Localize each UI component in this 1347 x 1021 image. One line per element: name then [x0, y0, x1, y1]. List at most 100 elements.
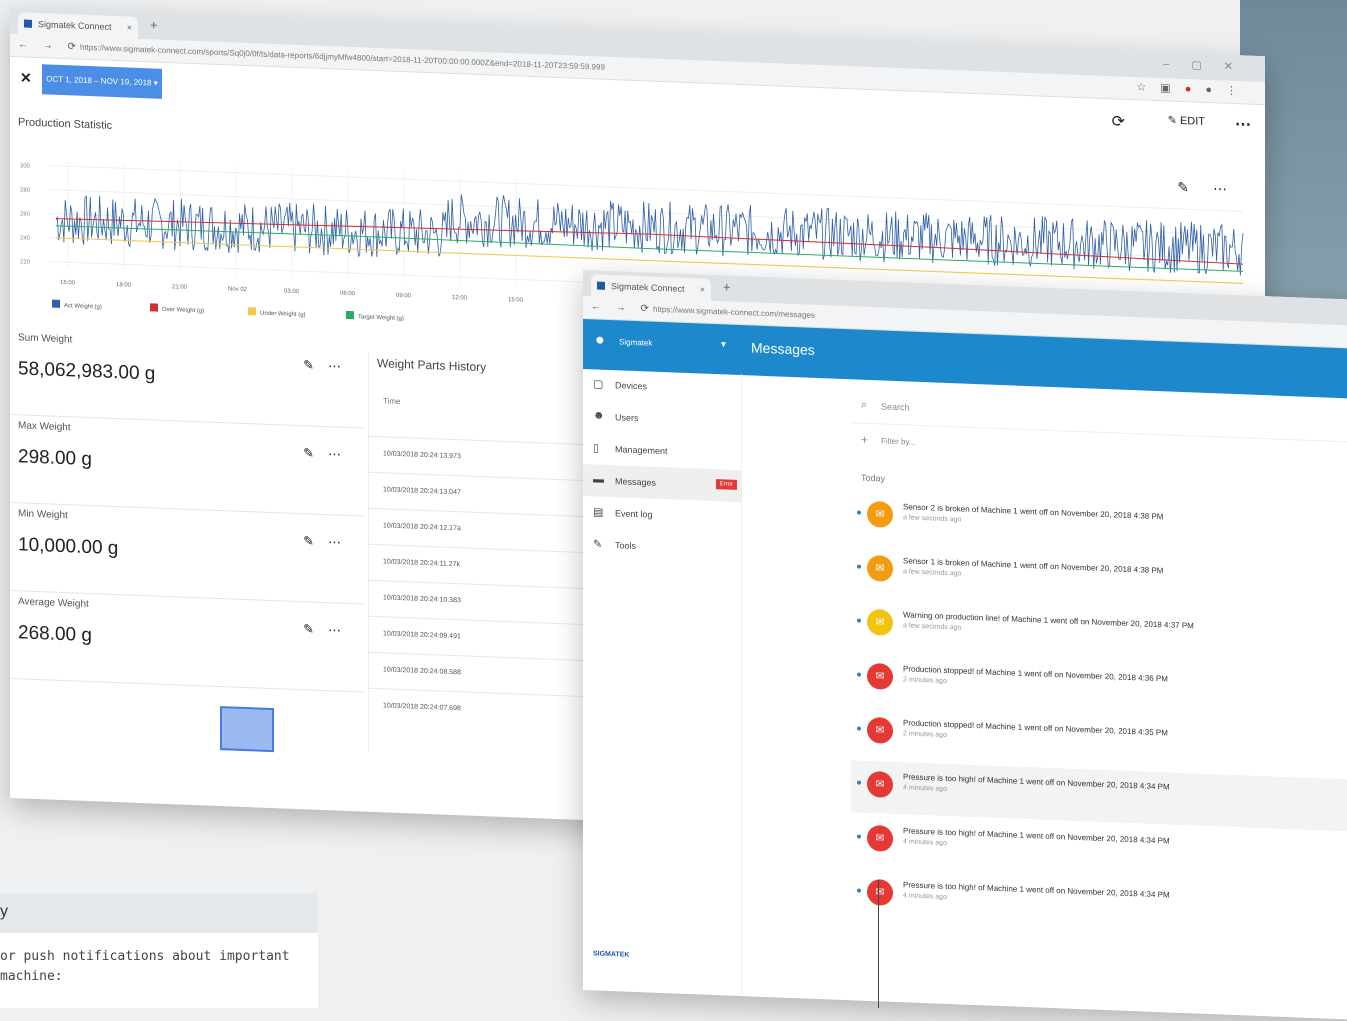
more-icon[interactable]: ⋯ — [1235, 114, 1251, 135]
filter-label: Filter by... — [881, 436, 916, 447]
unread-dot — [857, 780, 861, 785]
mail-icon: ✉ — [867, 770, 893, 798]
message-time: 2 minutes ago — [903, 676, 947, 685]
stat-label: Min Weight — [18, 508, 68, 522]
caption-box: y or push notifications about important … — [0, 893, 318, 1008]
clipboard-icon: ▯ — [593, 442, 600, 455]
history-time: 10/03/2018 20:24:11.27k — [383, 558, 460, 569]
history-header: Time — [383, 396, 401, 407]
sidebar-item-label: Event log — [615, 508, 653, 520]
stat-card: Sum Weight 58,062,983.00 g ✎⋯ — [10, 326, 365, 429]
x-tick-label: 21:00 — [172, 284, 188, 291]
timeline-scrubber-handle[interactable] — [220, 706, 274, 753]
unread-dot — [857, 618, 861, 623]
favicon-icon — [597, 281, 605, 290]
search-icon: ⌕ — [861, 398, 868, 411]
stat-card: Max Weight 298.00 g ✎⋯ — [10, 414, 365, 517]
history-time: 10/03/2018 20:24:13.047 — [383, 486, 461, 497]
y-tick-label: 260 — [20, 211, 31, 217]
sidebar-item-label: Users — [615, 412, 639, 424]
message-time: a few seconds ago — [903, 568, 962, 578]
chevron-down-icon[interactable]: ▾ — [721, 339, 726, 350]
stat-edit-more-icons[interactable]: ✎⋯ — [303, 357, 355, 375]
sidebar-item-label: Devices — [615, 380, 648, 392]
page-title: Messages — [751, 339, 815, 358]
x-tick-label: 09:00 — [396, 293, 412, 300]
history-time: 10/03/2018 20:24:07.698 — [383, 702, 461, 713]
message-time: 4 minutes ago — [903, 892, 947, 901]
stat-edit-more-icons[interactable]: ✎⋯ — [303, 621, 355, 639]
unread-dot — [857, 726, 861, 731]
legend-label: Over Weight (g) — [162, 307, 204, 315]
stat-card: Average Weight 268.00 g ✎⋯ — [10, 590, 365, 693]
stat-value: 58,062,983.00 g — [18, 358, 156, 385]
x-tick-label: 03:00 — [284, 289, 300, 296]
legend-swatch — [52, 299, 60, 308]
users-icon: ☻ — [593, 409, 605, 422]
history-time: 10/03/2018 20:24:09.491 — [383, 630, 461, 641]
section-title: Production Statistic — [18, 116, 113, 132]
x-tick-label: 15:00 — [508, 297, 524, 304]
refresh-icon[interactable]: ⟳ — [1112, 111, 1125, 132]
unread-dot — [857, 564, 861, 569]
mail-icon: ✉ — [867, 878, 893, 906]
stat-value: 268.00 g — [18, 622, 92, 647]
window-controls[interactable]: –▢✕ — [1163, 57, 1255, 74]
new-tab-icon[interactable]: + — [723, 279, 731, 294]
close-icon[interactable]: ✕ — [20, 69, 32, 86]
close-tab-icon[interactable]: × — [127, 16, 132, 38]
message-time: a few seconds ago — [903, 514, 962, 524]
y-tick-label: 240 — [20, 235, 31, 241]
wrench-icon: ✎ — [593, 538, 603, 551]
pointer-line — [878, 880, 879, 1008]
history-time: 10/03/2018 20:24:08.588 — [383, 666, 461, 677]
mail-icon: ✉ — [867, 500, 893, 528]
message-time: 4 minutes ago — [903, 784, 947, 793]
favicon-icon — [24, 19, 32, 28]
tab-title: Sigmatek Connect — [38, 19, 112, 32]
legend-swatch — [346, 310, 354, 320]
x-tick-label: Nov 02 — [228, 286, 248, 293]
search-placeholder: Search — [881, 401, 910, 413]
day-label: Today — [861, 472, 886, 484]
history-time: 10/03/2018 20:24:13.973 — [383, 450, 461, 461]
history-title: Weight Parts History — [377, 356, 487, 375]
unread-dot — [857, 510, 861, 515]
unread-dot — [857, 672, 861, 677]
sidebar-item-tools[interactable]: ✎ Tools — [583, 528, 741, 566]
stat-edit-more-icons[interactable]: ✎⋯ — [303, 445, 355, 463]
message-time: 2 minutes ago — [903, 730, 947, 739]
add-filter-icon: + — [861, 432, 869, 447]
user-name[interactable]: Sigmatek — [619, 337, 652, 347]
stat-card: Min Weight 10,000.00 g ✎⋯ — [10, 502, 365, 605]
x-tick-label: 15:00 — [60, 280, 76, 287]
nav-buttons[interactable]: ← → ⟳ — [18, 39, 82, 52]
messages-window: Sigmatek Connect × + ← → ⟳ https://www.s… — [583, 270, 1347, 1021]
caption-text: or push notifications about important ma… — [0, 949, 290, 984]
legend-label: Act Weight (g) — [64, 303, 102, 310]
x-tick-label: 18:00 — [116, 282, 132, 289]
x-tick-label: 12:00 — [452, 295, 468, 302]
date-range-button[interactable]: OCT 1, 2018 – NOV 19, 2018 ▾ — [42, 64, 162, 99]
event-log-icon: ▤ — [593, 506, 604, 519]
messages-icon: ▬ — [593, 473, 604, 486]
stat-label: Max Weight — [18, 420, 71, 434]
nav-buttons[interactable]: ← → ⟳ — [591, 301, 655, 314]
close-tab-icon[interactable]: × — [700, 278, 705, 300]
grid-line — [48, 164, 1243, 212]
message-time: a few seconds ago — [903, 622, 962, 632]
mail-icon: ✉ — [867, 662, 893, 690]
stat-value: 10,000.00 g — [18, 534, 119, 560]
stat-edit-more-icons[interactable]: ✎⋯ — [303, 533, 355, 551]
tab-title: Sigmatek Connect — [611, 281, 685, 294]
account-icon[interactable]: ● — [595, 331, 605, 349]
mail-icon: ✉ — [867, 554, 893, 582]
edit-button[interactable]: ✎ EDIT — [1168, 113, 1205, 127]
new-tab-icon[interactable]: + — [150, 17, 158, 32]
unread-dot — [857, 834, 861, 839]
browser-extension-icons[interactable]: ☆▣●●⋮ — [1136, 80, 1251, 97]
caption-heading-bar: y — [0, 893, 318, 933]
stat-value: 298.00 g — [18, 446, 92, 471]
x-tick-label: 06:00 — [340, 291, 356, 298]
history-time: 10/03/2018 20:24:10.383 — [383, 594, 461, 605]
